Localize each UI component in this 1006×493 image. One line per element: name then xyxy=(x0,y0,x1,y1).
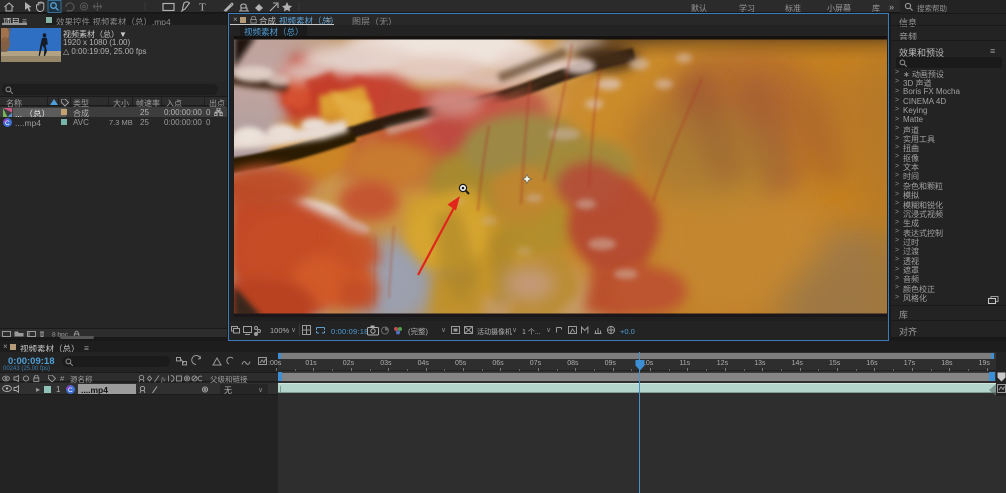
svg-text:C: C xyxy=(5,120,10,127)
svg-text:C: C xyxy=(68,387,73,394)
svg-text:fx: fx xyxy=(161,376,166,383)
svg-text:T: T xyxy=(199,2,206,14)
